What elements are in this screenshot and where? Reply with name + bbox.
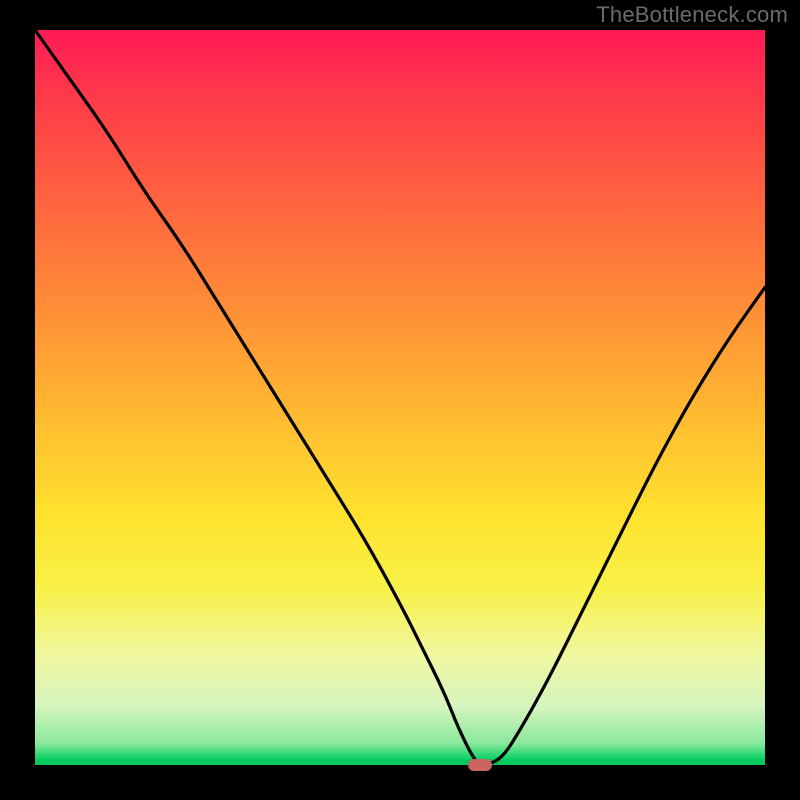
optimal-point-marker [468, 759, 492, 771]
watermark-text: TheBottleneck.com [596, 2, 788, 28]
bottleneck-curve-path [35, 30, 765, 765]
plot-area [35, 30, 765, 765]
chart-frame: TheBottleneck.com [0, 0, 800, 800]
bottleneck-curve [35, 30, 765, 765]
